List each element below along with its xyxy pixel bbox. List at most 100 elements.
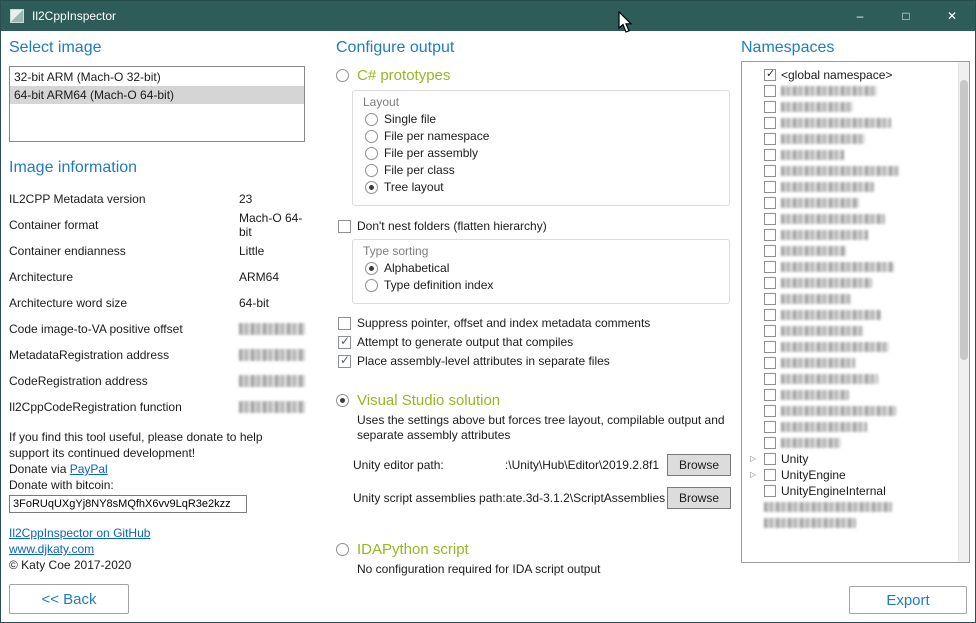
type-sorting-option[interactable]: Alphabetical: [365, 261, 719, 275]
radio-button[interactable]: [365, 113, 378, 126]
checkbox[interactable]: [338, 355, 351, 368]
namespace-item[interactable]: [748, 163, 957, 179]
unity-editor-path-value[interactable]: :\Unity\Hub\Editor\2019.2.8f1: [444, 458, 667, 472]
namespace-item[interactable]: [748, 243, 957, 259]
namespace-item[interactable]: UnityEngineInternal: [748, 483, 957, 499]
namespace-item[interactable]: [748, 403, 957, 419]
namespace-item[interactable]: [748, 83, 957, 99]
radio-button[interactable]: [365, 262, 378, 275]
layout-option[interactable]: Tree layout: [365, 180, 719, 194]
namespace-checkbox[interactable]: [764, 357, 776, 369]
namespace-checkbox[interactable]: [764, 197, 776, 209]
visual-studio-solution-option[interactable]: Visual Studio solution: [336, 392, 733, 409]
titlebar[interactable]: Il2CppInspector – □ ✕: [1, 1, 975, 31]
namespace-item[interactable]: [748, 131, 957, 147]
namespace-checkbox[interactable]: [764, 293, 776, 305]
namespace-item[interactable]: [748, 179, 957, 195]
namespace-item[interactable]: [748, 195, 957, 211]
flatten-hierarchy-option[interactable]: Don't nest folders (flatten hierarchy): [338, 219, 733, 233]
radio-button[interactable]: [365, 130, 378, 143]
radio-button[interactable]: [365, 164, 378, 177]
namespace-item[interactable]: [748, 147, 957, 163]
namespace-checkbox[interactable]: [764, 309, 776, 321]
layout-option[interactable]: Single file: [365, 112, 719, 126]
close-button[interactable]: ✕: [929, 1, 975, 31]
namespace-item[interactable]: ▷Unity: [748, 451, 957, 467]
namespace-checkbox[interactable]: [764, 245, 776, 257]
unity-script-assemblies-path-value[interactable]: ate.3d-3.1.2\ScriptAssemblies: [506, 491, 667, 505]
namespace-checkbox[interactable]: [764, 261, 776, 273]
namespace-item[interactable]: [748, 435, 957, 451]
radio-button[interactable]: [336, 543, 349, 556]
website-link[interactable]: www.djkaty.com: [9, 542, 94, 556]
namespace-item[interactable]: [748, 259, 957, 275]
scrollbar-thumb[interactable]: [960, 80, 968, 360]
namespace-item[interactable]: [748, 115, 957, 131]
namespace-checkbox[interactable]: [764, 469, 776, 481]
namespace-checkbox[interactable]: [764, 69, 776, 81]
namespace-item[interactable]: ▷UnityEngine: [748, 467, 957, 483]
namespace-item[interactable]: [748, 323, 957, 339]
namespace-item[interactable]: [748, 355, 957, 371]
namespace-item[interactable]: [748, 291, 957, 307]
namespace-checkbox[interactable]: [764, 149, 776, 161]
namespace-item[interactable]: [748, 211, 957, 227]
namespace-checkbox[interactable]: [764, 341, 776, 353]
namespace-item[interactable]: [748, 339, 957, 355]
radio-button[interactable]: [336, 394, 349, 407]
namespace-checkbox[interactable]: [764, 117, 776, 129]
namespace-item[interactable]: <global namespace>: [748, 67, 957, 83]
namespace-checkbox[interactable]: [764, 181, 776, 193]
browse-script-assemblies-button[interactable]: Browse: [667, 487, 731, 509]
export-button[interactable]: Export: [849, 586, 967, 614]
namespace-checkbox[interactable]: [764, 389, 776, 401]
namespace-checkbox[interactable]: [764, 405, 776, 417]
idapython-script-option[interactable]: IDAPython script: [336, 541, 733, 558]
namespace-item[interactable]: [748, 515, 957, 531]
namespace-item[interactable]: [748, 99, 957, 115]
namespace-checkbox[interactable]: [764, 101, 776, 113]
namespace-checkbox[interactable]: [764, 437, 776, 449]
namespace-item[interactable]: [748, 227, 957, 243]
namespace-checkbox[interactable]: [764, 165, 776, 177]
namespace-checkbox[interactable]: [764, 325, 776, 337]
namespace-checkbox[interactable]: [764, 421, 776, 433]
namespace-checkbox[interactable]: [764, 277, 776, 289]
image-list-item[interactable]: 64-bit ARM64 (Mach-O 64-bit): [10, 86, 304, 104]
namespace-checkbox[interactable]: [764, 213, 776, 225]
layout-option[interactable]: File per class: [365, 163, 719, 177]
namespace-item[interactable]: [748, 419, 957, 435]
maximize-button[interactable]: □: [883, 1, 929, 31]
layout-option[interactable]: File per assembly: [365, 146, 719, 160]
browse-editor-path-button[interactable]: Browse: [667, 454, 731, 476]
back-button[interactable]: << Back: [9, 584, 129, 614]
radio-button[interactable]: [365, 147, 378, 160]
type-sorting-option[interactable]: Type definition index: [365, 278, 719, 292]
bitcoin-address-input[interactable]: [9, 495, 247, 513]
minimize-button[interactable]: –: [837, 1, 883, 31]
radio-button[interactable]: [365, 181, 378, 194]
output-option[interactable]: Place assembly-level attributes in separ…: [338, 354, 733, 368]
radio-button[interactable]: [336, 69, 349, 82]
checkbox[interactable]: [338, 336, 351, 349]
paypal-link[interactable]: PayPal: [70, 462, 108, 476]
expander-icon[interactable]: ▷: [750, 453, 756, 465]
output-option[interactable]: Attempt to generate output that compiles: [338, 335, 733, 349]
namespace-item[interactable]: [748, 307, 957, 323]
namespace-item[interactable]: [748, 275, 957, 291]
github-link[interactable]: Il2CppInspector on GitHub: [9, 526, 150, 540]
namespace-checkbox[interactable]: [764, 229, 776, 241]
checkbox[interactable]: [338, 317, 351, 330]
namespaces-scrollbar[interactable]: [958, 62, 969, 562]
radio-button[interactable]: [365, 279, 378, 292]
output-option[interactable]: Suppress pointer, offset and index metad…: [338, 316, 733, 330]
namespace-item[interactable]: [748, 499, 957, 515]
namespace-checkbox[interactable]: [764, 85, 776, 97]
namespace-checkbox[interactable]: [764, 133, 776, 145]
namespace-item[interactable]: [748, 371, 957, 387]
expander-icon[interactable]: ▷: [750, 469, 756, 481]
layout-option[interactable]: File per namespace: [365, 129, 719, 143]
checkbox[interactable]: [338, 220, 351, 233]
namespace-checkbox[interactable]: [764, 453, 776, 465]
image-listbox[interactable]: 32-bit ARM (Mach-O 32-bit)64-bit ARM64 (…: [9, 66, 305, 142]
